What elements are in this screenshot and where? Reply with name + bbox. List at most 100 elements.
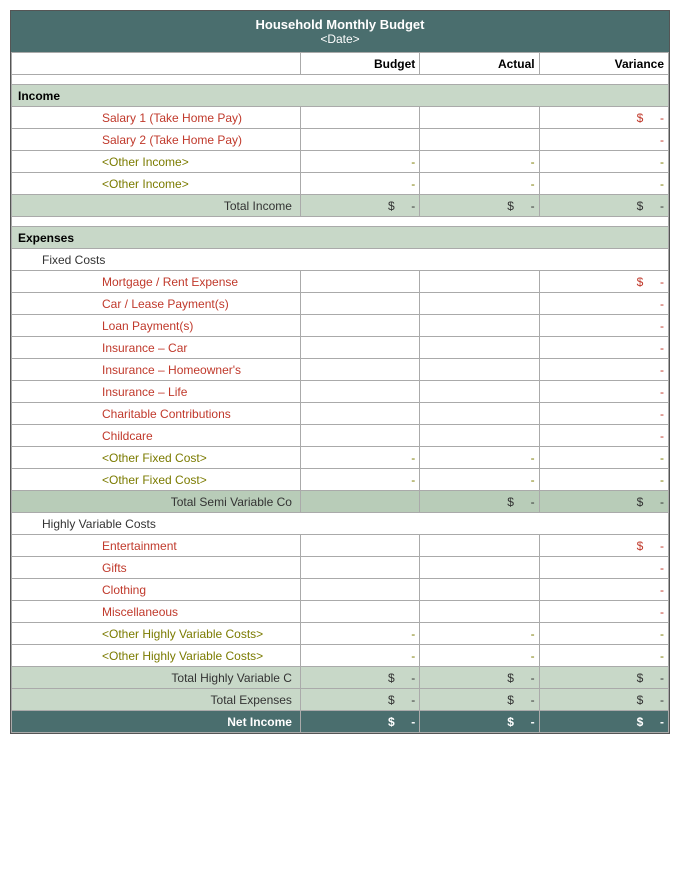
childcare-budget[interactable] — [300, 425, 419, 447]
misc-row: Miscellaneous - — [12, 601, 669, 623]
expenses-section-header: Expenses — [12, 227, 669, 249]
clothing-row: Clothing - — [12, 579, 669, 601]
ins-car-variance: - — [539, 337, 668, 359]
entertainment-budget[interactable] — [300, 535, 419, 557]
ins-life-variance: - — [539, 381, 668, 403]
entertainment-label: Entertainment — [12, 535, 301, 557]
car-lease-row: Car / Lease Payment(s) - — [12, 293, 669, 315]
net-income-actual: $ - — [420, 711, 539, 733]
car-lease-budget[interactable] — [300, 293, 419, 315]
car-lease-variance: - — [539, 293, 668, 315]
salary2-actual[interactable] — [420, 129, 539, 151]
total-expenses-variance: $ - — [539, 689, 668, 711]
ins-car-actual[interactable] — [420, 337, 539, 359]
total-income-budget: $ - — [300, 195, 419, 217]
other-fixed1-actual[interactable]: - — [420, 447, 539, 469]
childcare-label: Childcare — [12, 425, 301, 447]
other-fixed1-budget[interactable]: - — [300, 447, 419, 469]
variable-costs-label: Highly Variable Costs — [12, 513, 669, 535]
ins-home-actual[interactable] — [420, 359, 539, 381]
salary1-budget[interactable] — [300, 107, 419, 129]
ins-car-budget[interactable] — [300, 337, 419, 359]
other-fixed2-row: <Other Fixed Cost> - - - — [12, 469, 669, 491]
other-income1-actual[interactable]: - — [420, 151, 539, 173]
other-variable1-row: <Other Highly Variable Costs> - - - — [12, 623, 669, 645]
mortgage-variance: $ - — [539, 271, 668, 293]
ins-life-budget[interactable] — [300, 381, 419, 403]
salary2-budget[interactable] — [300, 129, 419, 151]
gifts-actual[interactable] — [420, 557, 539, 579]
charitable-budget[interactable] — [300, 403, 419, 425]
other-fixed2-variance: - — [539, 469, 668, 491]
fixed-costs-header: Fixed Costs — [12, 249, 669, 271]
charitable-variance: - — [539, 403, 668, 425]
other-income2-row: <Other Income> - - - — [12, 173, 669, 195]
misc-variance: - — [539, 601, 668, 623]
clothing-variance: - — [539, 579, 668, 601]
entertainment-row: Entertainment $ - — [12, 535, 669, 557]
loan-variance: - — [539, 315, 668, 337]
charitable-actual[interactable] — [420, 403, 539, 425]
misc-actual[interactable] — [420, 601, 539, 623]
fixed-costs-label: Fixed Costs — [12, 249, 669, 271]
other-variable2-budget[interactable]: - — [300, 645, 419, 667]
salary1-variance: $ - — [539, 107, 668, 129]
other-income2-actual[interactable]: - — [420, 173, 539, 195]
ins-car-label: Insurance – Car — [12, 337, 301, 359]
loan-label: Loan Payment(s) — [12, 315, 301, 337]
other-variable1-actual[interactable]: - — [420, 623, 539, 645]
car-lease-label: Car / Lease Payment(s) — [12, 293, 301, 315]
entertainment-actual[interactable] — [420, 535, 539, 557]
other-income1-budget[interactable]: - — [300, 151, 419, 173]
other-variable2-actual[interactable]: - — [420, 645, 539, 667]
clothing-actual[interactable] — [420, 579, 539, 601]
total-variable-variance: $ - — [539, 667, 668, 689]
other-fixed2-budget[interactable]: - — [300, 469, 419, 491]
mortgage-actual[interactable] — [420, 271, 539, 293]
col-actual-header: Actual — [420, 53, 539, 75]
col-variance-header: Variance — [539, 53, 668, 75]
other-income1-variance: - — [539, 151, 668, 173]
spreadsheet: Household Monthly Budget <Date> Budget A… — [10, 10, 670, 734]
ins-home-variance: - — [539, 359, 668, 381]
misc-label: Miscellaneous — [12, 601, 301, 623]
variable-costs-header: Highly Variable Costs — [12, 513, 669, 535]
main-title: Household Monthly Budget — [15, 17, 665, 32]
title-section: Household Monthly Budget <Date> — [11, 11, 669, 52]
other-fixed1-label: <Other Fixed Cost> — [12, 447, 301, 469]
income-section-header: Income — [12, 85, 669, 107]
header-row: Budget Actual Variance — [12, 53, 669, 75]
net-income-variance: $ - — [539, 711, 668, 733]
net-income-budget: $ - — [300, 711, 419, 733]
car-lease-actual[interactable] — [420, 293, 539, 315]
other-income2-budget[interactable]: - — [300, 173, 419, 195]
mortgage-budget[interactable] — [300, 271, 419, 293]
salary1-row: Salary 1 (Take Home Pay) $ - — [12, 107, 669, 129]
other-variable1-budget[interactable]: - — [300, 623, 419, 645]
loan-actual[interactable] — [420, 315, 539, 337]
other-fixed2-actual[interactable]: - — [420, 469, 539, 491]
total-income-label: Total Income — [12, 195, 301, 217]
net-income-row: Net Income $ - $ - $ - — [12, 711, 669, 733]
misc-budget[interactable] — [300, 601, 419, 623]
gifts-budget[interactable] — [300, 557, 419, 579]
other-income1-label: <Other Income> — [12, 151, 301, 173]
subtitle: <Date> — [15, 32, 665, 46]
clothing-label: Clothing — [12, 579, 301, 601]
other-fixed2-label: <Other Fixed Cost> — [12, 469, 301, 491]
salary1-actual[interactable] — [420, 107, 539, 129]
total-income-row: Total Income $ - $ - $ - — [12, 195, 669, 217]
other-income1-row: <Other Income> - - - — [12, 151, 669, 173]
childcare-actual[interactable] — [420, 425, 539, 447]
gifts-row: Gifts - — [12, 557, 669, 579]
other-variable2-label: <Other Highly Variable Costs> — [12, 645, 301, 667]
col-label-header — [12, 53, 301, 75]
clothing-budget[interactable] — [300, 579, 419, 601]
ins-home-budget[interactable] — [300, 359, 419, 381]
total-variable-row: Total Highly Variable C $ - $ - $ - — [12, 667, 669, 689]
other-income2-label: <Other Income> — [12, 173, 301, 195]
ins-life-actual[interactable] — [420, 381, 539, 403]
ins-life-label: Insurance – Life — [12, 381, 301, 403]
loan-budget[interactable] — [300, 315, 419, 337]
childcare-row: Childcare - — [12, 425, 669, 447]
